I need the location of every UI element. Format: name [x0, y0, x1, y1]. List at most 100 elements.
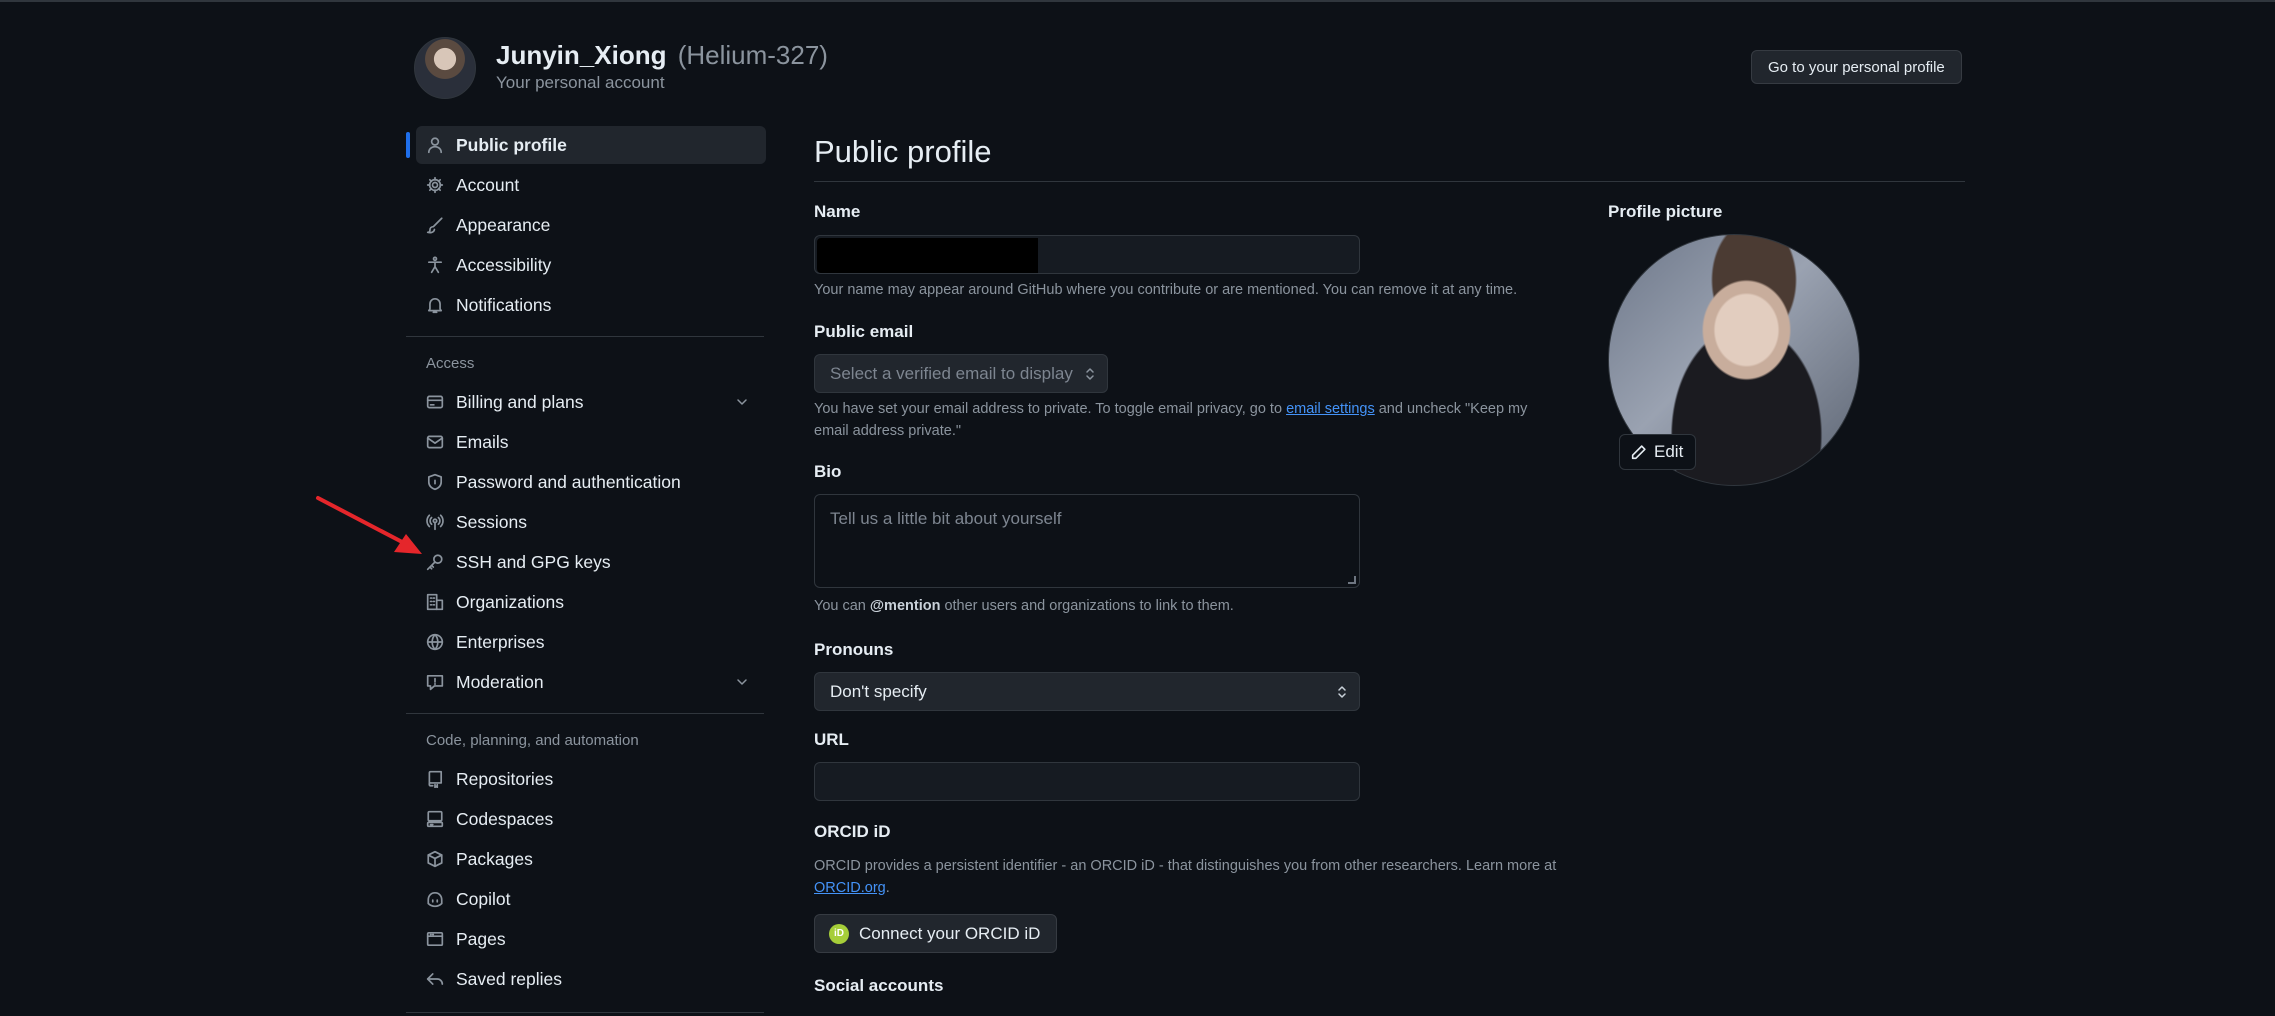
- bio-textarea[interactable]: Tell us a little bit about yourself: [814, 494, 1360, 588]
- sidebar-item-label: Organizations: [456, 591, 564, 612]
- sidebar-item-label: Billing and plans: [456, 391, 584, 412]
- sidebar-item-pages[interactable]: Pages: [406, 920, 764, 958]
- connect-orcid-button[interactable]: iD Connect your ORCID iD: [814, 914, 1058, 953]
- sidebar-item-password[interactable]: Password and authentication: [406, 463, 764, 501]
- sidebar-item-notifications[interactable]: Notifications: [406, 286, 764, 324]
- sidebar-item-label: Copilot: [456, 888, 511, 909]
- email-select-value: Select a verified email to display: [830, 364, 1073, 383]
- sidebar-item-enterprises[interactable]: Enterprises: [406, 623, 764, 661]
- sidebar-item-packages[interactable]: Packages: [406, 840, 764, 878]
- pencil-icon: [1631, 444, 1646, 459]
- sidebar-item-accessibility[interactable]: Accessibility: [406, 246, 764, 284]
- sidebar-item-label: Saved replies: [456, 968, 563, 989]
- sidebar-item-label: Enterprises: [456, 631, 545, 652]
- account-name[interactable]: Junyin_Xiong: [496, 40, 666, 70]
- sidebar-item-label: Password and authentication: [456, 471, 681, 492]
- mention-text: @mention: [869, 598, 941, 614]
- social-accounts-label: Social accounts: [814, 976, 944, 995]
- shield-lock-icon: [427, 473, 443, 491]
- sidebar-item-label: Sessions: [456, 511, 528, 532]
- email-select[interactable]: Select a verified email to display: [814, 354, 1108, 393]
- sidebar-item-codespaces[interactable]: Codespaces: [406, 800, 764, 838]
- resize-handle-icon[interactable]: [1348, 576, 1356, 584]
- sidebar-group-code: Code, planning, and automation: [426, 732, 639, 749]
- annotation-arrow-icon: [316, 496, 422, 554]
- url-field[interactable]: [814, 762, 1360, 801]
- person-icon: [427, 137, 443, 154]
- select-arrows-icon: [1338, 686, 1346, 698]
- sidebar-item-label: Packages: [456, 848, 533, 869]
- chevron-down-icon[interactable]: [734, 394, 750, 410]
- sidebar-item-organizations[interactable]: Organizations: [406, 583, 764, 621]
- sidebar-item-label: Account: [456, 174, 520, 195]
- account-subtitle: Your personal account: [496, 73, 665, 92]
- edit-profile-picture-button[interactable]: Edit: [1619, 434, 1697, 470]
- sidebar-item-ssh-gpg-keys[interactable]: SSH and GPG keys: [406, 543, 764, 581]
- gear-icon: [426, 176, 444, 194]
- sidebar-group-access: Access: [426, 355, 475, 372]
- sidebar-item-label: Emails: [456, 431, 509, 452]
- sidebar-divider: [406, 713, 764, 714]
- orcid-help: ORCID provides a persistent identifier -…: [814, 855, 1604, 899]
- pronouns-select[interactable]: Don't specify: [814, 672, 1360, 711]
- orcid-icon: iD: [829, 923, 849, 944]
- page-title: Public profile: [814, 134, 992, 169]
- sidebar-item-emails[interactable]: Emails: [406, 423, 764, 461]
- sidebar-item-billing[interactable]: Billing and plans: [406, 383, 764, 421]
- package-icon: [427, 850, 443, 868]
- bio-help-text: other users and organizations to link to…: [940, 598, 1234, 614]
- sidebar-item-label: Repositories: [456, 768, 554, 789]
- credit-card-icon: [426, 395, 444, 409]
- avatar[interactable]: [414, 37, 476, 99]
- email-help: You have set your email address to priva…: [814, 398, 1574, 442]
- reply-icon: [426, 973, 444, 985]
- chevron-down-icon[interactable]: [734, 674, 750, 690]
- account-header: Junyin_Xiong (Helium-327) Your personal …: [414, 36, 1965, 100]
- sidebar-item-repositories[interactable]: Repositories: [406, 760, 764, 798]
- email-label: Public email: [814, 322, 914, 341]
- sidebar-item-moderation[interactable]: Moderation: [406, 663, 764, 701]
- orcid-help-text: .: [885, 880, 890, 896]
- sidebar-item-public-profile[interactable]: Public profile: [406, 126, 766, 164]
- edit-label: Edit: [1654, 442, 1684, 461]
- name-field[interactable]: [814, 235, 1360, 274]
- email-help-text: and uncheck "Keep my: [1374, 401, 1528, 417]
- sidebar-item-sessions[interactable]: Sessions: [406, 503, 764, 541]
- globe-icon: [426, 633, 444, 651]
- email-settings-link[interactable]: email settings: [1286, 401, 1375, 417]
- report-icon: [426, 674, 444, 691]
- connect-orcid-label: Connect your ORCID iD: [859, 923, 1041, 943]
- url-label: URL: [814, 730, 849, 749]
- settings-sidebar: Public profile Account Appearance Access…: [406, 126, 766, 1016]
- sidebar-item-saved-replies[interactable]: Saved replies: [406, 960, 764, 998]
- pronouns-label: Pronouns: [814, 640, 894, 659]
- sidebar-item-label: Pages: [456, 928, 506, 949]
- sidebar-item-account[interactable]: Account: [406, 166, 764, 204]
- sidebar-item-copilot[interactable]: Copilot: [406, 880, 764, 918]
- sidebar-item-label: Public profile: [456, 134, 567, 155]
- sidebar-item-label: Codespaces: [456, 808, 554, 829]
- repo-icon: [428, 770, 443, 788]
- sidebar-divider: [406, 1012, 764, 1013]
- orcid-org-link[interactable]: ORCID.org: [814, 880, 886, 896]
- title-divider: [814, 181, 1965, 182]
- paintbrush-icon: [426, 217, 443, 234]
- redacted-name-value: [817, 238, 1038, 273]
- browser-icon: [426, 931, 444, 947]
- bio-placeholder: Tell us a little bit about yourself: [830, 509, 1062, 528]
- go-to-profile-button[interactable]: Go to your personal profile: [1751, 50, 1962, 84]
- sidebar-item-label: Notifications: [456, 294, 552, 315]
- sidebar-item-label: Accessibility: [456, 254, 552, 275]
- orcid-label: ORCID iD: [814, 822, 891, 841]
- name-help: Your name may appear around GitHub where…: [814, 282, 1518, 298]
- email-help-text: You have set your email address to priva…: [814, 401, 1287, 417]
- bell-icon: [427, 298, 443, 314]
- mail-icon: [426, 435, 444, 449]
- codespaces-icon: [426, 810, 444, 828]
- sidebar-item-label: Moderation: [456, 671, 544, 692]
- account-handle: (Helium-327): [677, 40, 828, 70]
- organization-icon: [426, 593, 444, 611]
- sidebar-item-label: SSH and GPG keys: [456, 551, 611, 572]
- accessibility-icon: [427, 256, 443, 274]
- sidebar-item-appearance[interactable]: Appearance: [406, 206, 764, 244]
